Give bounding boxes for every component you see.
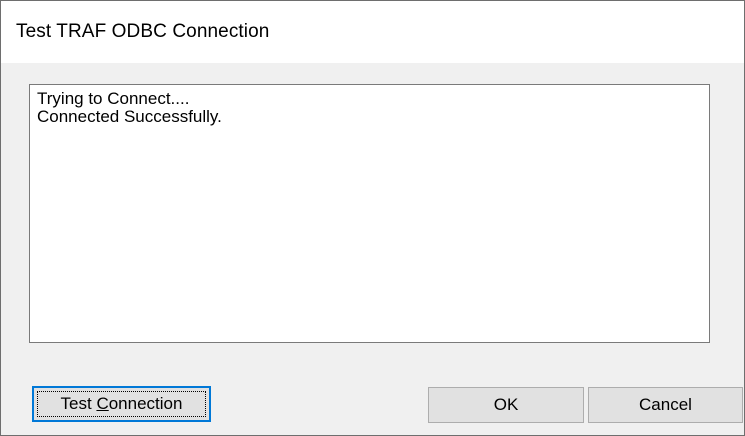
output-line-2: Connected Successfully.: [37, 107, 222, 126]
test-connection-dialog: Test TRAF ODBC Connection Trying to Conn…: [0, 0, 745, 436]
test-connection-label-suffix: onnection: [108, 394, 183, 413]
test-connection-label-prefix: Test: [60, 394, 97, 413]
dialog-title: Test TRAF ODBC Connection: [16, 21, 270, 42]
title-bar[interactable]: Test TRAF ODBC Connection: [1, 1, 744, 64]
test-connection-mnemonic: C: [96, 394, 109, 413]
test-connection-label: Test Connection: [61, 394, 183, 414]
cancel-button[interactable]: Cancel: [588, 387, 743, 423]
ok-button[interactable]: OK: [428, 387, 584, 423]
output-line-1: Trying to Connect....: [37, 89, 190, 108]
test-connection-button[interactable]: Test Connection: [32, 386, 211, 422]
connection-output-box[interactable]: Trying to Connect.... Connected Successf…: [29, 84, 710, 343]
